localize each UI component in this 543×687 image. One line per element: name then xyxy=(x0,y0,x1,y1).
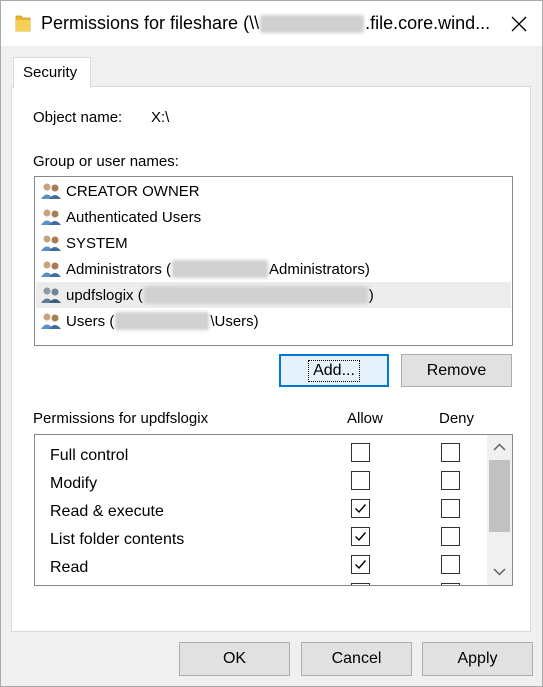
user-name-suffix: ) xyxy=(368,286,374,304)
user-list[interactable]: CREATOR OWNER Authenticated Users SYSTEM xyxy=(34,176,513,346)
permission-row: Modify xyxy=(35,470,485,498)
title-bar[interactable]: Permissions for fileshare (\\ .file.core… xyxy=(1,1,542,46)
users-icon xyxy=(41,261,61,277)
ok-button-label: OK xyxy=(222,650,247,667)
permissions-header: Permissions for updfslogix xyxy=(33,410,209,427)
permission-row: Read xyxy=(35,554,485,582)
cancel-button-label: Cancel xyxy=(331,650,382,667)
permission-row: Full control xyxy=(35,442,485,470)
scroll-thumb[interactable] xyxy=(489,460,510,532)
scroll-up-icon[interactable] xyxy=(493,441,506,454)
deny-checkbox[interactable] xyxy=(441,555,460,574)
tab-security-label: Security xyxy=(23,64,78,81)
permission-row xyxy=(35,582,485,585)
deny-column-header: Deny xyxy=(439,410,475,427)
user-name-prefix: Administrators ( xyxy=(66,260,172,278)
deny-checkbox[interactable] xyxy=(441,527,460,546)
users-icon xyxy=(41,183,61,199)
redacted-domain xyxy=(172,260,269,278)
folder-icon xyxy=(15,13,31,37)
deny-checkbox[interactable] xyxy=(441,499,460,518)
users-icon xyxy=(41,209,61,225)
user-name: CREATOR OWNER xyxy=(66,182,200,200)
user-row-authenticated-users[interactable]: Authenticated Users xyxy=(36,204,511,230)
checkmark-icon xyxy=(355,560,367,570)
add-button[interactable]: Add... xyxy=(279,354,389,387)
user-name-prefix: updfslogix ( xyxy=(66,286,143,304)
tab-security[interactable]: Security xyxy=(13,57,91,88)
title-prefix: Permissions for fileshare (\\ xyxy=(41,13,260,33)
apply-button-label: Apply xyxy=(457,650,498,667)
title-suffix: .file.core.wind... xyxy=(365,13,491,33)
users-icon xyxy=(41,235,61,251)
add-button-label: Add... xyxy=(308,359,360,382)
allow-checkbox[interactable] xyxy=(351,555,370,574)
redacted-account xyxy=(143,286,368,304)
permission-name: Full control xyxy=(50,447,129,464)
object-name-value: X:\ xyxy=(151,109,170,126)
remove-button[interactable]: Remove xyxy=(401,354,512,387)
permission-name: Modify xyxy=(50,475,98,492)
user-row-creator-owner[interactable]: CREATOR OWNER xyxy=(36,178,511,204)
user-name-suffix: Administrators) xyxy=(269,260,370,278)
ok-button[interactable]: OK xyxy=(179,642,290,676)
users-icon xyxy=(41,313,61,329)
allow-checkbox[interactable] xyxy=(351,471,370,490)
window-title: Permissions for fileshare (\\ .file.core… xyxy=(41,13,490,34)
group-names-label: Group or user names: xyxy=(33,153,179,170)
deny-checkbox[interactable] xyxy=(441,471,460,490)
user-row-system[interactable]: SYSTEM xyxy=(36,230,511,256)
allow-checkbox[interactable] xyxy=(351,527,370,546)
allow-checkbox[interactable] xyxy=(351,443,370,462)
permission-row: Read & execute xyxy=(35,498,485,526)
security-panel: Object name: X:\ Group or user names: CR… xyxy=(11,86,531,632)
redacted-server xyxy=(260,14,365,33)
users-icon xyxy=(41,287,61,303)
user-row-administrators[interactable]: Administrators ( Administrators) xyxy=(36,256,511,282)
scroll-down-icon[interactable] xyxy=(493,565,506,578)
remove-button-label: Remove xyxy=(426,361,487,379)
permissions-list[interactable]: Full control Modify Read & execute List fol… xyxy=(34,434,513,586)
checkmark-icon xyxy=(355,504,367,514)
checkmark-icon xyxy=(355,532,367,542)
user-name: Authenticated Users xyxy=(66,208,202,226)
allow-column-header: Allow xyxy=(347,410,383,427)
cancel-button[interactable]: Cancel xyxy=(301,642,412,676)
permission-row: List folder contents xyxy=(35,526,485,554)
close-icon xyxy=(511,16,527,31)
apply-button[interactable]: Apply xyxy=(422,642,533,676)
permissions-dialog: Permissions for fileshare (\\ .file.core… xyxy=(0,0,543,687)
user-name-prefix: Users ( xyxy=(66,312,115,330)
permission-name: Read & execute xyxy=(50,503,164,520)
allow-checkbox[interactable] xyxy=(351,583,370,585)
user-row-updfslogix[interactable]: updfslogix ( ) xyxy=(36,282,511,308)
user-name: SYSTEM xyxy=(66,234,128,252)
object-name-label: Object name: xyxy=(33,109,123,126)
vertical-scrollbar[interactable] xyxy=(487,435,512,585)
user-row-users[interactable]: Users ( \Users) xyxy=(36,308,511,334)
deny-checkbox[interactable] xyxy=(441,583,460,585)
user-name-suffix: \Users) xyxy=(210,312,259,330)
redacted-domain xyxy=(115,312,210,330)
permission-name: Read xyxy=(50,559,89,576)
allow-checkbox[interactable] xyxy=(351,499,370,518)
close-button[interactable] xyxy=(496,1,542,46)
permission-name: List folder contents xyxy=(50,531,185,548)
deny-checkbox[interactable] xyxy=(441,443,460,462)
